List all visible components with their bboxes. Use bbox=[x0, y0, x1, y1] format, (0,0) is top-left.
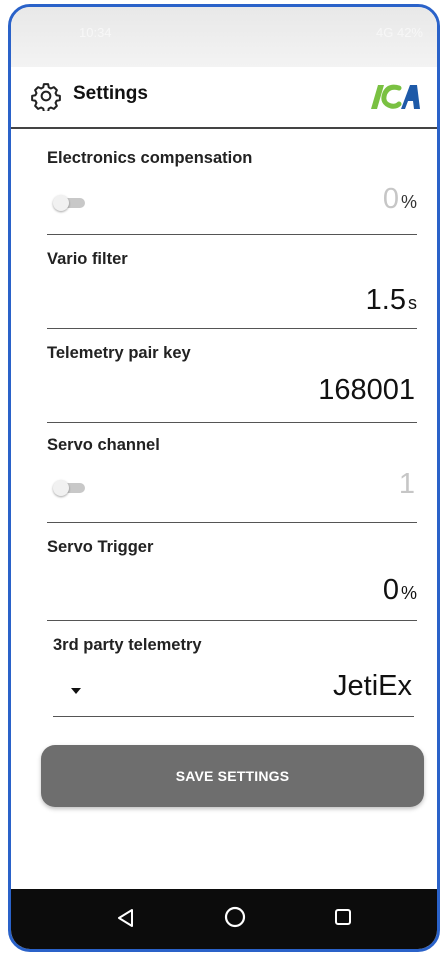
value-number: 1.5 bbox=[365, 284, 406, 316]
value-number: JetiEx bbox=[333, 670, 412, 702]
status-indicators: 4G 42% bbox=[376, 25, 423, 40]
app-bar: Settings bbox=[11, 67, 437, 129]
setting-row-servo-trigger: Servo Trigger 0% bbox=[47, 524, 417, 621]
status-time: 10:34 bbox=[79, 25, 112, 40]
phone-frame: 10:34 4G 42% Settings Electronics compen… bbox=[8, 4, 440, 952]
value-number: 168001 bbox=[318, 374, 415, 406]
back-icon[interactable] bbox=[115, 907, 137, 929]
setting-row-vario-filter: Vario filter 1.5 s bbox=[47, 236, 417, 329]
setting-row-3rd-party-telemetry[interactable]: 3rd party telemetry JetiEx bbox=[53, 622, 414, 717]
save-settings-button[interactable]: SAVE SETTINGS bbox=[41, 745, 424, 807]
status-bar: 10:34 4G 42% bbox=[11, 7, 437, 67]
electronics-compensation-value[interactable]: 0% bbox=[383, 183, 417, 216]
telemetry-pair-key-value[interactable]: 168001 bbox=[318, 374, 417, 407]
setting-label: Telemetry pair key bbox=[47, 344, 191, 362]
setting-label: Servo channel bbox=[47, 436, 160, 454]
system-nav-bar bbox=[11, 889, 437, 949]
electronics-compensation-toggle[interactable] bbox=[53, 195, 87, 211]
gear-icon[interactable] bbox=[31, 81, 61, 111]
page-title: Settings bbox=[73, 83, 148, 104]
home-icon[interactable] bbox=[223, 905, 247, 929]
value-unit: % bbox=[400, 192, 417, 212]
setting-row-servo-channel: Servo channel 1 bbox=[47, 424, 417, 523]
value-number: 0 bbox=[382, 183, 399, 215]
setting-label: 3rd party telemetry bbox=[53, 636, 202, 654]
dropdown-arrow-icon[interactable] bbox=[71, 688, 81, 694]
servo-trigger-value[interactable]: 0% bbox=[383, 574, 417, 607]
toggle-thumb bbox=[53, 195, 69, 211]
setting-row-telemetry-pair-key: Telemetry pair key 168001 bbox=[47, 330, 417, 423]
setting-label: Electronics compensation bbox=[47, 149, 253, 167]
servo-channel-toggle[interactable] bbox=[53, 480, 87, 496]
setting-label: Servo Trigger bbox=[47, 538, 154, 556]
setting-label: Vario filter bbox=[47, 250, 128, 268]
toggle-thumb bbox=[53, 480, 69, 496]
setting-row-electronics-compensation: Electronics compensation 0% bbox=[47, 129, 417, 235]
third-party-telemetry-select[interactable]: JetiEx bbox=[333, 670, 414, 703]
value-number: 0 bbox=[382, 574, 399, 606]
recents-icon[interactable] bbox=[333, 907, 353, 927]
servo-channel-value[interactable]: 1 bbox=[399, 468, 417, 501]
value-number: 1 bbox=[398, 468, 415, 500]
value-unit: % bbox=[400, 583, 417, 603]
value-unit: s bbox=[408, 293, 417, 313]
ica-logo bbox=[371, 84, 420, 109]
vario-filter-value[interactable]: 1.5 s bbox=[366, 284, 417, 317]
